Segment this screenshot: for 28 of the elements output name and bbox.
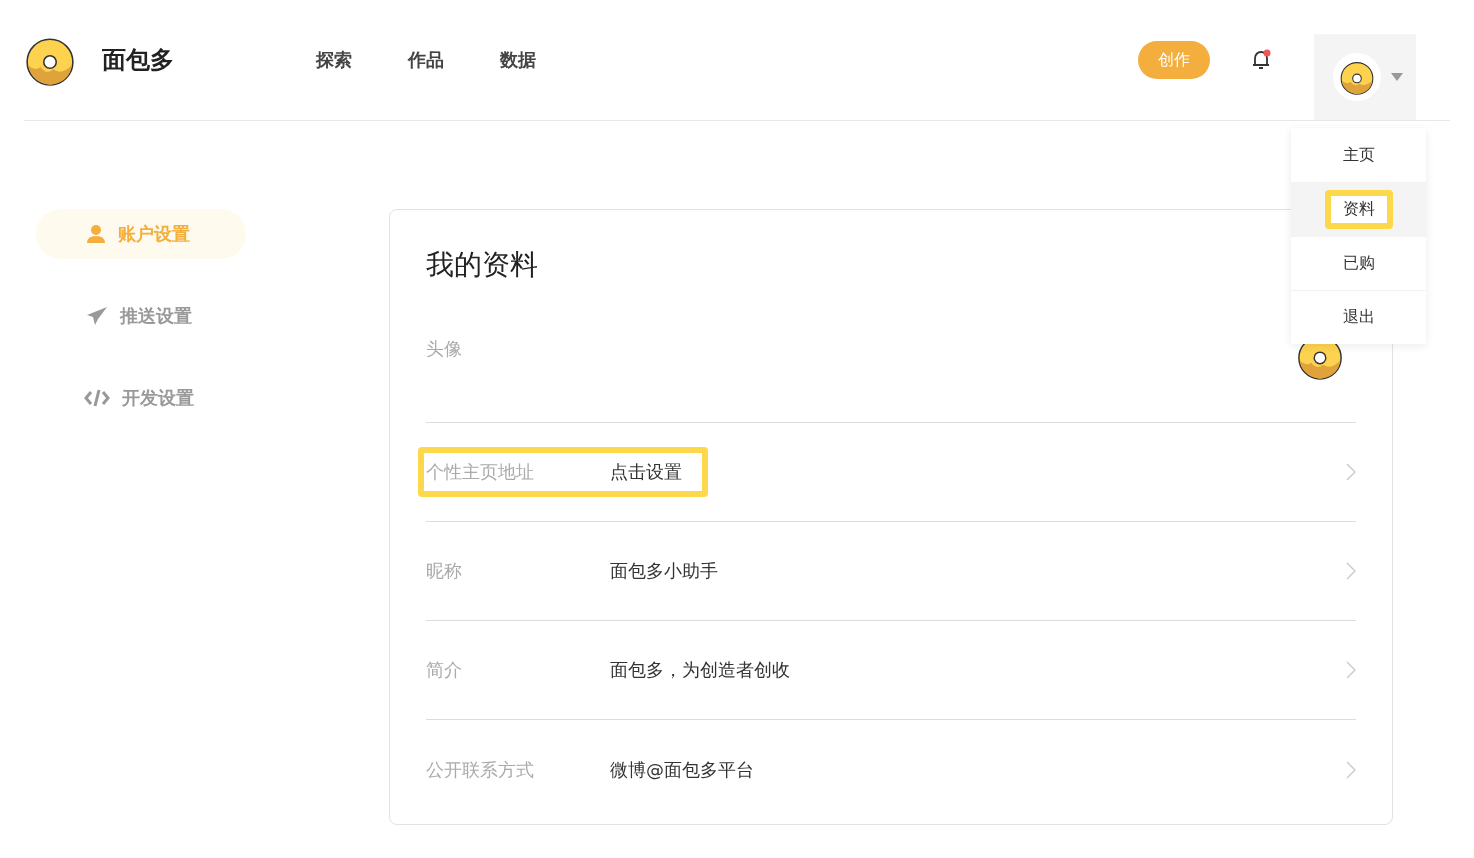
menu-item[interactable]: 已购 <box>1291 236 1426 290</box>
field-label: 简介 <box>426 658 463 682</box>
field-value: 点击设置 <box>610 460 682 484</box>
card-title: 我的资料 <box>426 247 538 283</box>
chevron-right-icon[interactable] <box>1346 562 1356 580</box>
menu-item[interactable]: 资料 <box>1291 182 1426 236</box>
nav-link[interactable]: 数据 <box>500 48 536 72</box>
menu-item[interactable]: 主页 <box>1291 128 1426 182</box>
user-menu-button[interactable] <box>1314 34 1416 120</box>
nav-link[interactable]: 探索 <box>316 48 352 72</box>
brand-name: 面包多 <box>102 45 174 76</box>
field-label: 昵称 <box>426 559 463 583</box>
user-icon <box>86 224 106 244</box>
notification-bell-icon[interactable] <box>1250 49 1272 71</box>
field-label: 个性主页地址 <box>426 460 535 484</box>
user-avatar <box>1339 59 1375 95</box>
chevron-right-icon[interactable] <box>1346 463 1356 481</box>
field-value: 面包多，为创造者创收 <box>610 658 790 682</box>
menu-item[interactable]: 退出 <box>1291 290 1426 344</box>
field-label: 公开联系方式 <box>426 757 535 782</box>
paper-plane-icon <box>86 306 108 326</box>
chevron-right-icon[interactable] <box>1346 661 1356 679</box>
code-icon <box>84 388 110 408</box>
field-value: 微博@面包多平台 <box>610 757 754 782</box>
nav-link[interactable]: 作品 <box>408 48 444 72</box>
chevron-right-icon[interactable] <box>1346 760 1356 779</box>
field-value: 面包多小助手 <box>610 559 718 583</box>
field-label: 头像 <box>426 337 463 361</box>
